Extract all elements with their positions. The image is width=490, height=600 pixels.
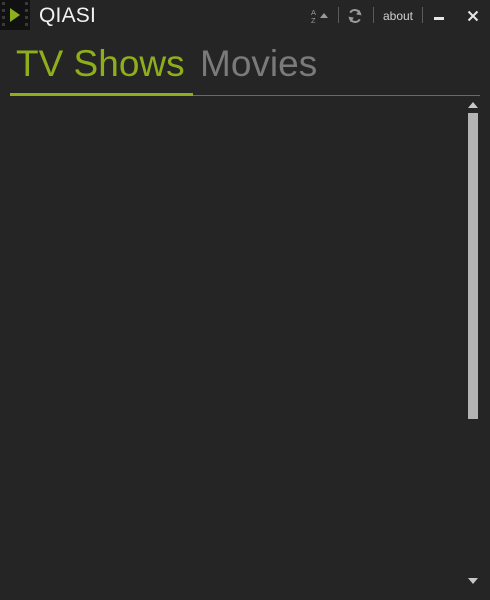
scrollbar-thumb[interactable]: [468, 113, 478, 419]
about-button[interactable]: about: [381, 6, 415, 26]
svg-text:Z: Z: [311, 16, 316, 24]
sort-az-icon: A Z: [311, 8, 328, 24]
scroll-down-button[interactable]: [467, 574, 479, 586]
minimize-icon: [434, 17, 444, 20]
tab-movies[interactable]: Movies: [200, 42, 317, 86]
vertical-scrollbar[interactable]: [464, 98, 482, 594]
scroll-up-button[interactable]: [467, 98, 479, 110]
close-button[interactable]: [464, 6, 482, 26]
film-play-icon: [0, 0, 30, 30]
arrow-up-icon: [468, 102, 478, 108]
arrow-down-icon: [468, 578, 478, 584]
app-window: QIASI A Z about TV Shows Movies: [0, 0, 490, 600]
app-title: QIASI: [39, 4, 97, 27]
title-bar[interactable]: QIASI A Z about: [0, 0, 490, 32]
refresh-icon: [348, 9, 362, 23]
separator: [373, 7, 374, 23]
close-icon: [467, 10, 479, 22]
active-tab-indicator: [10, 93, 193, 96]
refresh-button[interactable]: [345, 6, 365, 26]
separator: [422, 7, 423, 23]
sort-button[interactable]: A Z: [309, 6, 331, 26]
tab-bar: TV Shows Movies: [10, 40, 480, 96]
separator: [338, 7, 339, 23]
shows-list[interactable]: [10, 98, 460, 594]
tab-tv-shows[interactable]: TV Shows: [16, 42, 185, 86]
minimize-button[interactable]: [431, 6, 447, 26]
